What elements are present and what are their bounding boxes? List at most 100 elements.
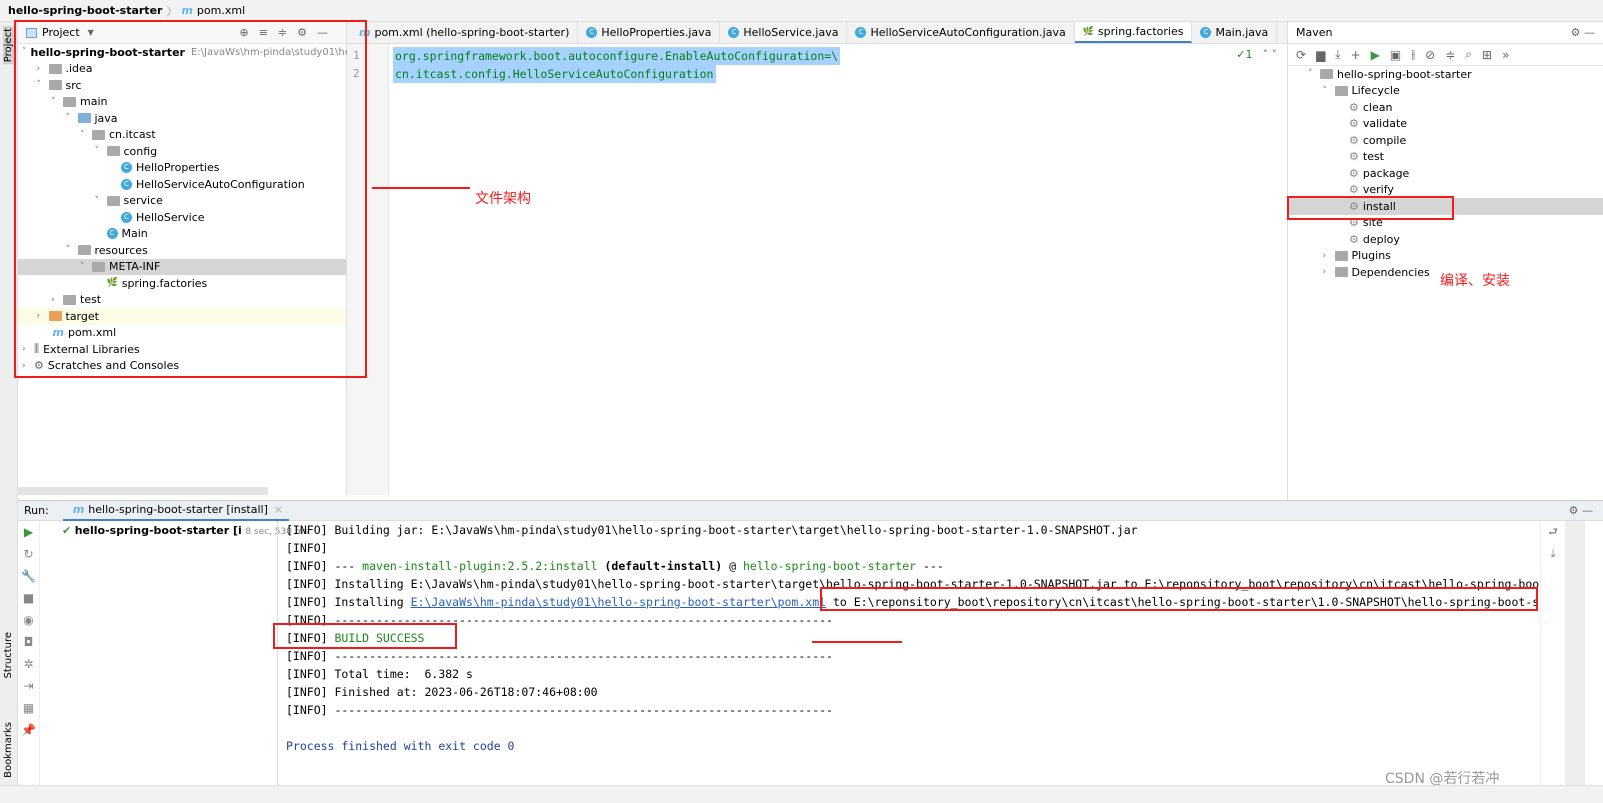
folder-icon xyxy=(1334,85,1348,96)
project-tool-tab[interactable]: Project xyxy=(3,26,14,65)
editor[interactable]: 1 2 org.springframework.boot.autoconfigu… xyxy=(347,44,1287,495)
gear-icon: ⚙ xyxy=(1349,183,1359,197)
tab-pom[interactable]: m pom.xml (hello-spring-boot-starter) xyxy=(347,22,579,43)
tree-item[interactable]: ⚙ deploy xyxy=(1288,231,1603,248)
run-icon[interactable]: ▶ xyxy=(1371,48,1380,62)
tab-spring[interactable]: 🌿 spring.factories xyxy=(1074,22,1193,43)
download-icon[interactable]: ⤓ xyxy=(1335,47,1340,62)
console-output[interactable]: [INFO] Building jar: E:\JavaWs\hm-pinda\… xyxy=(277,521,1541,786)
tree-item[interactable]: ⚙ package xyxy=(1288,165,1603,182)
soft-wrap-icon[interactable]: ⮐ xyxy=(1541,521,1565,543)
console-text: [INFO] ---------------------------------… xyxy=(286,703,833,717)
tree-item[interactable]: ⚙ compile xyxy=(1288,132,1603,149)
collapse-icon[interactable]: ≑ xyxy=(1445,48,1455,62)
maven-icon: m xyxy=(72,503,85,516)
run-tab-label: hello-spring-boot-starter [install] xyxy=(88,503,268,516)
tab-helloproperties[interactable]: C HelloProperties.java xyxy=(578,22,721,43)
chevron-icon[interactable]: ˅ xyxy=(1308,69,1320,79)
bug-icon[interactable]: ✲ xyxy=(18,653,39,675)
annotation-box-project xyxy=(14,20,367,378)
maven-toolbar: ⟳ ▆ ⤓ + ▶ ▣ ⫲ ⊘ ≑ ⌕ ⊞ » xyxy=(1288,44,1603,66)
more-icon[interactable]: » xyxy=(1502,48,1509,62)
scroll-end-icon[interactable]: ⤓ xyxy=(1541,543,1565,565)
analyze-icon[interactable]: ⌕ xyxy=(1465,47,1472,62)
skip-tests-icon[interactable]: ⊘ xyxy=(1425,48,1435,62)
maven-title: Maven xyxy=(1296,26,1333,39)
exit-icon[interactable]: ⇥ xyxy=(18,675,39,697)
folder-icon xyxy=(1334,250,1348,261)
horizontal-scrollbar[interactable] xyxy=(18,487,268,495)
console-text: (default-install) xyxy=(597,559,723,573)
show-deps-icon[interactable]: ⊞ xyxy=(1482,48,1492,62)
bookmarks-tool-tab[interactable]: Bookmarks xyxy=(3,722,14,778)
run-tree-label: hello-spring-boot-starter [i xyxy=(74,524,242,537)
run-panel: Run: m hello-spring-boot-starter [install… xyxy=(18,500,1603,786)
console-line: [INFO] Building jar: E:\JavaWs\hm-pinda\… xyxy=(278,521,1541,539)
camera-icon[interactable]: ◘ xyxy=(18,631,39,653)
console-line: [INFO] xyxy=(278,539,1541,557)
chevron-icon[interactable]: ˅ xyxy=(1323,86,1335,96)
tree-item-label: verify xyxy=(1362,183,1394,197)
tab-label: pom.xml (hello-spring-boot-starter) xyxy=(374,26,570,39)
close-icon[interactable]: × xyxy=(274,503,283,516)
tree-item-label: Plugins xyxy=(1351,249,1391,263)
tree-item[interactable]: ⚙ validate xyxy=(1288,116,1603,133)
breadcrumb-project[interactable]: hello-spring-boot-starter xyxy=(8,4,162,17)
console-text: [INFO] Total time: 6.382 s xyxy=(286,667,473,681)
tree-item-label: deploy xyxy=(1362,232,1400,246)
console-green: maven-install-plugin:2.5.2:install xyxy=(362,559,598,573)
tab-label: Main.java xyxy=(1215,26,1269,39)
tab-helloservice[interactable]: C HelloService.java xyxy=(720,22,848,43)
tab-helloserviceautoconfiguration[interactable]: C HelloServiceAutoConfiguration.java xyxy=(847,22,1075,43)
add-icon[interactable]: + xyxy=(1351,48,1361,62)
console-link[interactable]: E:\JavaWs\hm-pinda\study01\hello-spring-… xyxy=(411,595,826,609)
console-text: @ xyxy=(722,559,743,573)
code-line[interactable]: org.springframework.boot.autoconfigure.E… xyxy=(393,47,841,65)
code-line[interactable]: cn.itcast.config.HelloServiceAutoConfigu… xyxy=(393,65,716,83)
tree-item[interactable]: ⚙ clean xyxy=(1288,99,1603,116)
inspection-widget[interactable]: ✓1 ˄ ˅ xyxy=(1236,48,1277,61)
gear-icon: ⚙ xyxy=(1349,232,1359,246)
tree-item[interactable]: ⚙ test xyxy=(1288,149,1603,166)
tree-item[interactable]: ˅ hello-spring-boot-starter xyxy=(1288,66,1603,83)
run-toolbar: ▶ ↻ 🔧 ■ ◉ ◘ ✲ ⇥ ▦ 📌 xyxy=(18,521,40,786)
chevron-icon[interactable]: › xyxy=(1323,267,1335,277)
gear-icon[interactable]: ⚙ — xyxy=(1571,26,1595,39)
wrench-icon[interactable]: 🔧 xyxy=(18,565,39,587)
tree-item[interactable]: ˅ Lifecycle xyxy=(1288,83,1603,100)
pin-icon[interactable]: 📌 xyxy=(18,719,39,741)
annotation-box-install xyxy=(1287,196,1454,220)
run-tree-item[interactable]: ✔ hello-spring-boot-starter [i 8 sec, 53… xyxy=(62,524,308,537)
class-icon: C xyxy=(1200,27,1212,38)
tree-item[interactable]: › Plugins xyxy=(1288,248,1603,265)
tree-item-label: compile xyxy=(1362,133,1407,147)
rerun-icon[interactable]: ▶ xyxy=(18,521,39,543)
gear-icon: ⚙ xyxy=(1349,166,1359,180)
add-folder-icon[interactable]: ▆ xyxy=(1316,48,1325,62)
vertical-scrollbar[interactable] xyxy=(1565,521,1585,786)
class-icon: C xyxy=(586,27,598,38)
gear-icon[interactable]: ⚙ — xyxy=(1569,504,1593,517)
eye-icon[interactable]: ◉ xyxy=(18,609,39,631)
editor-tabs: m pom.xml (hello-spring-boot-starter) C Hel… xyxy=(347,22,1287,44)
breadcrumb-file[interactable]: pom.xml xyxy=(197,4,245,17)
layout-icon[interactable]: ▦ xyxy=(18,697,39,719)
tree-item-label: Dependencies xyxy=(1351,265,1430,279)
toggle-offline-icon[interactable]: ⫲ xyxy=(1411,47,1415,62)
tab-label: HelloService.java xyxy=(743,26,839,39)
console-line: [INFO] ---------------------------------… xyxy=(278,701,1541,719)
spring-icon: 🌿 xyxy=(1082,26,1094,37)
arrow-annotation xyxy=(372,187,470,189)
structure-tool-tab[interactable]: Structure xyxy=(3,632,14,679)
class-icon: C xyxy=(855,27,867,38)
run-config-icon[interactable]: ▣ xyxy=(1390,48,1401,62)
chevron-icon[interactable]: › xyxy=(1323,251,1335,261)
tree-item-label: package xyxy=(1362,166,1410,180)
console-line: [INFO] --- maven-install-plugin:2.5.2:in… xyxy=(278,557,1541,575)
stop-icon[interactable]: ■ xyxy=(18,587,39,609)
tree-item-label: hello-spring-boot-starter xyxy=(1337,67,1472,81)
run-tab[interactable]: m hello-spring-boot-starter [install] × xyxy=(62,501,290,521)
rerun-failed-icon[interactable]: ↻ xyxy=(18,543,39,565)
tab-main[interactable]: C Main.java xyxy=(1192,22,1278,43)
reload-icon[interactable]: ⟳ xyxy=(1296,48,1306,62)
